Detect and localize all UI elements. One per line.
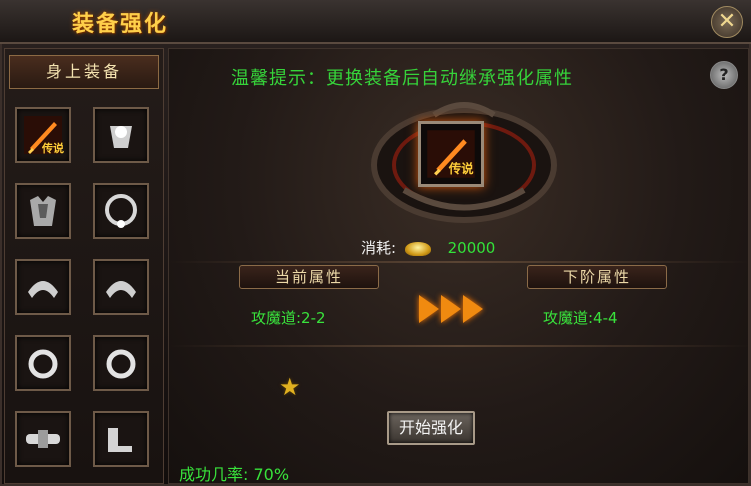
start-enhance-button[interactable]: 开始强化 xyxy=(387,411,475,445)
enhance-main-panel: 温馨提示：更换装备后自动继承强化属性 ? 传说 消耗: 20000 当前属性 下… xyxy=(168,48,750,484)
upgrade-arrows xyxy=(419,295,483,323)
current-attr-value: 攻魔道:2-2 xyxy=(251,309,326,327)
success-rate: 成功几率: 70% xyxy=(179,465,290,484)
divider xyxy=(169,261,750,263)
help-icon[interactable]: ? xyxy=(710,61,738,89)
star-icon: ★ xyxy=(279,373,301,401)
slot-ring-right[interactable] xyxy=(93,335,149,391)
bracelet-icon xyxy=(28,281,58,298)
sword-icon: 传说 xyxy=(24,116,64,155)
armor-icon xyxy=(110,126,132,148)
slot-armor[interactable] xyxy=(15,183,71,239)
next-attr-value: 攻魔道:4-4 xyxy=(543,309,618,327)
slot-ring-left[interactable] xyxy=(15,335,71,391)
cost-row: 消耗: 20000 xyxy=(361,237,495,258)
title-bar: 装备强化 ✕ xyxy=(0,0,751,44)
current-attr-label: 当前属性 xyxy=(239,265,379,289)
close-icon[interactable]: ✕ xyxy=(711,6,743,38)
equipped-items-panel: 身上装备 传说 xyxy=(4,48,164,484)
cost-value: 20000 xyxy=(447,239,496,257)
equipped-items-header: 身上装备 xyxy=(9,55,159,89)
tip-text: 温馨提示：更换装备后自动继承强化属性 xyxy=(231,68,573,89)
cost-label: 消耗: xyxy=(361,239,397,257)
slot-necklace[interactable] xyxy=(93,183,149,239)
selected-item-slot[interactable]: 传说 xyxy=(418,121,484,187)
slot-helmet[interactable] xyxy=(93,107,149,163)
next-attr-label: 下阶属性 xyxy=(527,265,667,289)
item-badge: 传说 xyxy=(41,141,64,155)
item-badge: 传说 xyxy=(448,161,474,176)
bracelet-icon xyxy=(106,281,136,298)
arrow-icon xyxy=(441,295,461,323)
slot-weapon[interactable]: 传说 xyxy=(15,107,71,163)
window-title: 装备强化 xyxy=(72,12,169,37)
slot-belt[interactable] xyxy=(15,411,71,467)
arrow-icon xyxy=(419,295,439,323)
ring-icon xyxy=(28,349,58,379)
arrow-icon xyxy=(463,295,483,323)
slot-boots[interactable] xyxy=(93,411,149,467)
gold-ingot-icon xyxy=(404,241,431,256)
ring-icon xyxy=(106,349,136,379)
slot-bracelet-right[interactable] xyxy=(93,259,149,315)
sword-icon: 传说 xyxy=(427,130,475,178)
slot-bracelet-left[interactable] xyxy=(15,259,71,315)
chest-armor-icon xyxy=(30,196,56,226)
necklace-icon xyxy=(105,194,137,228)
boots-icon xyxy=(108,428,132,452)
divider xyxy=(169,345,750,347)
belt-icon xyxy=(26,430,60,448)
